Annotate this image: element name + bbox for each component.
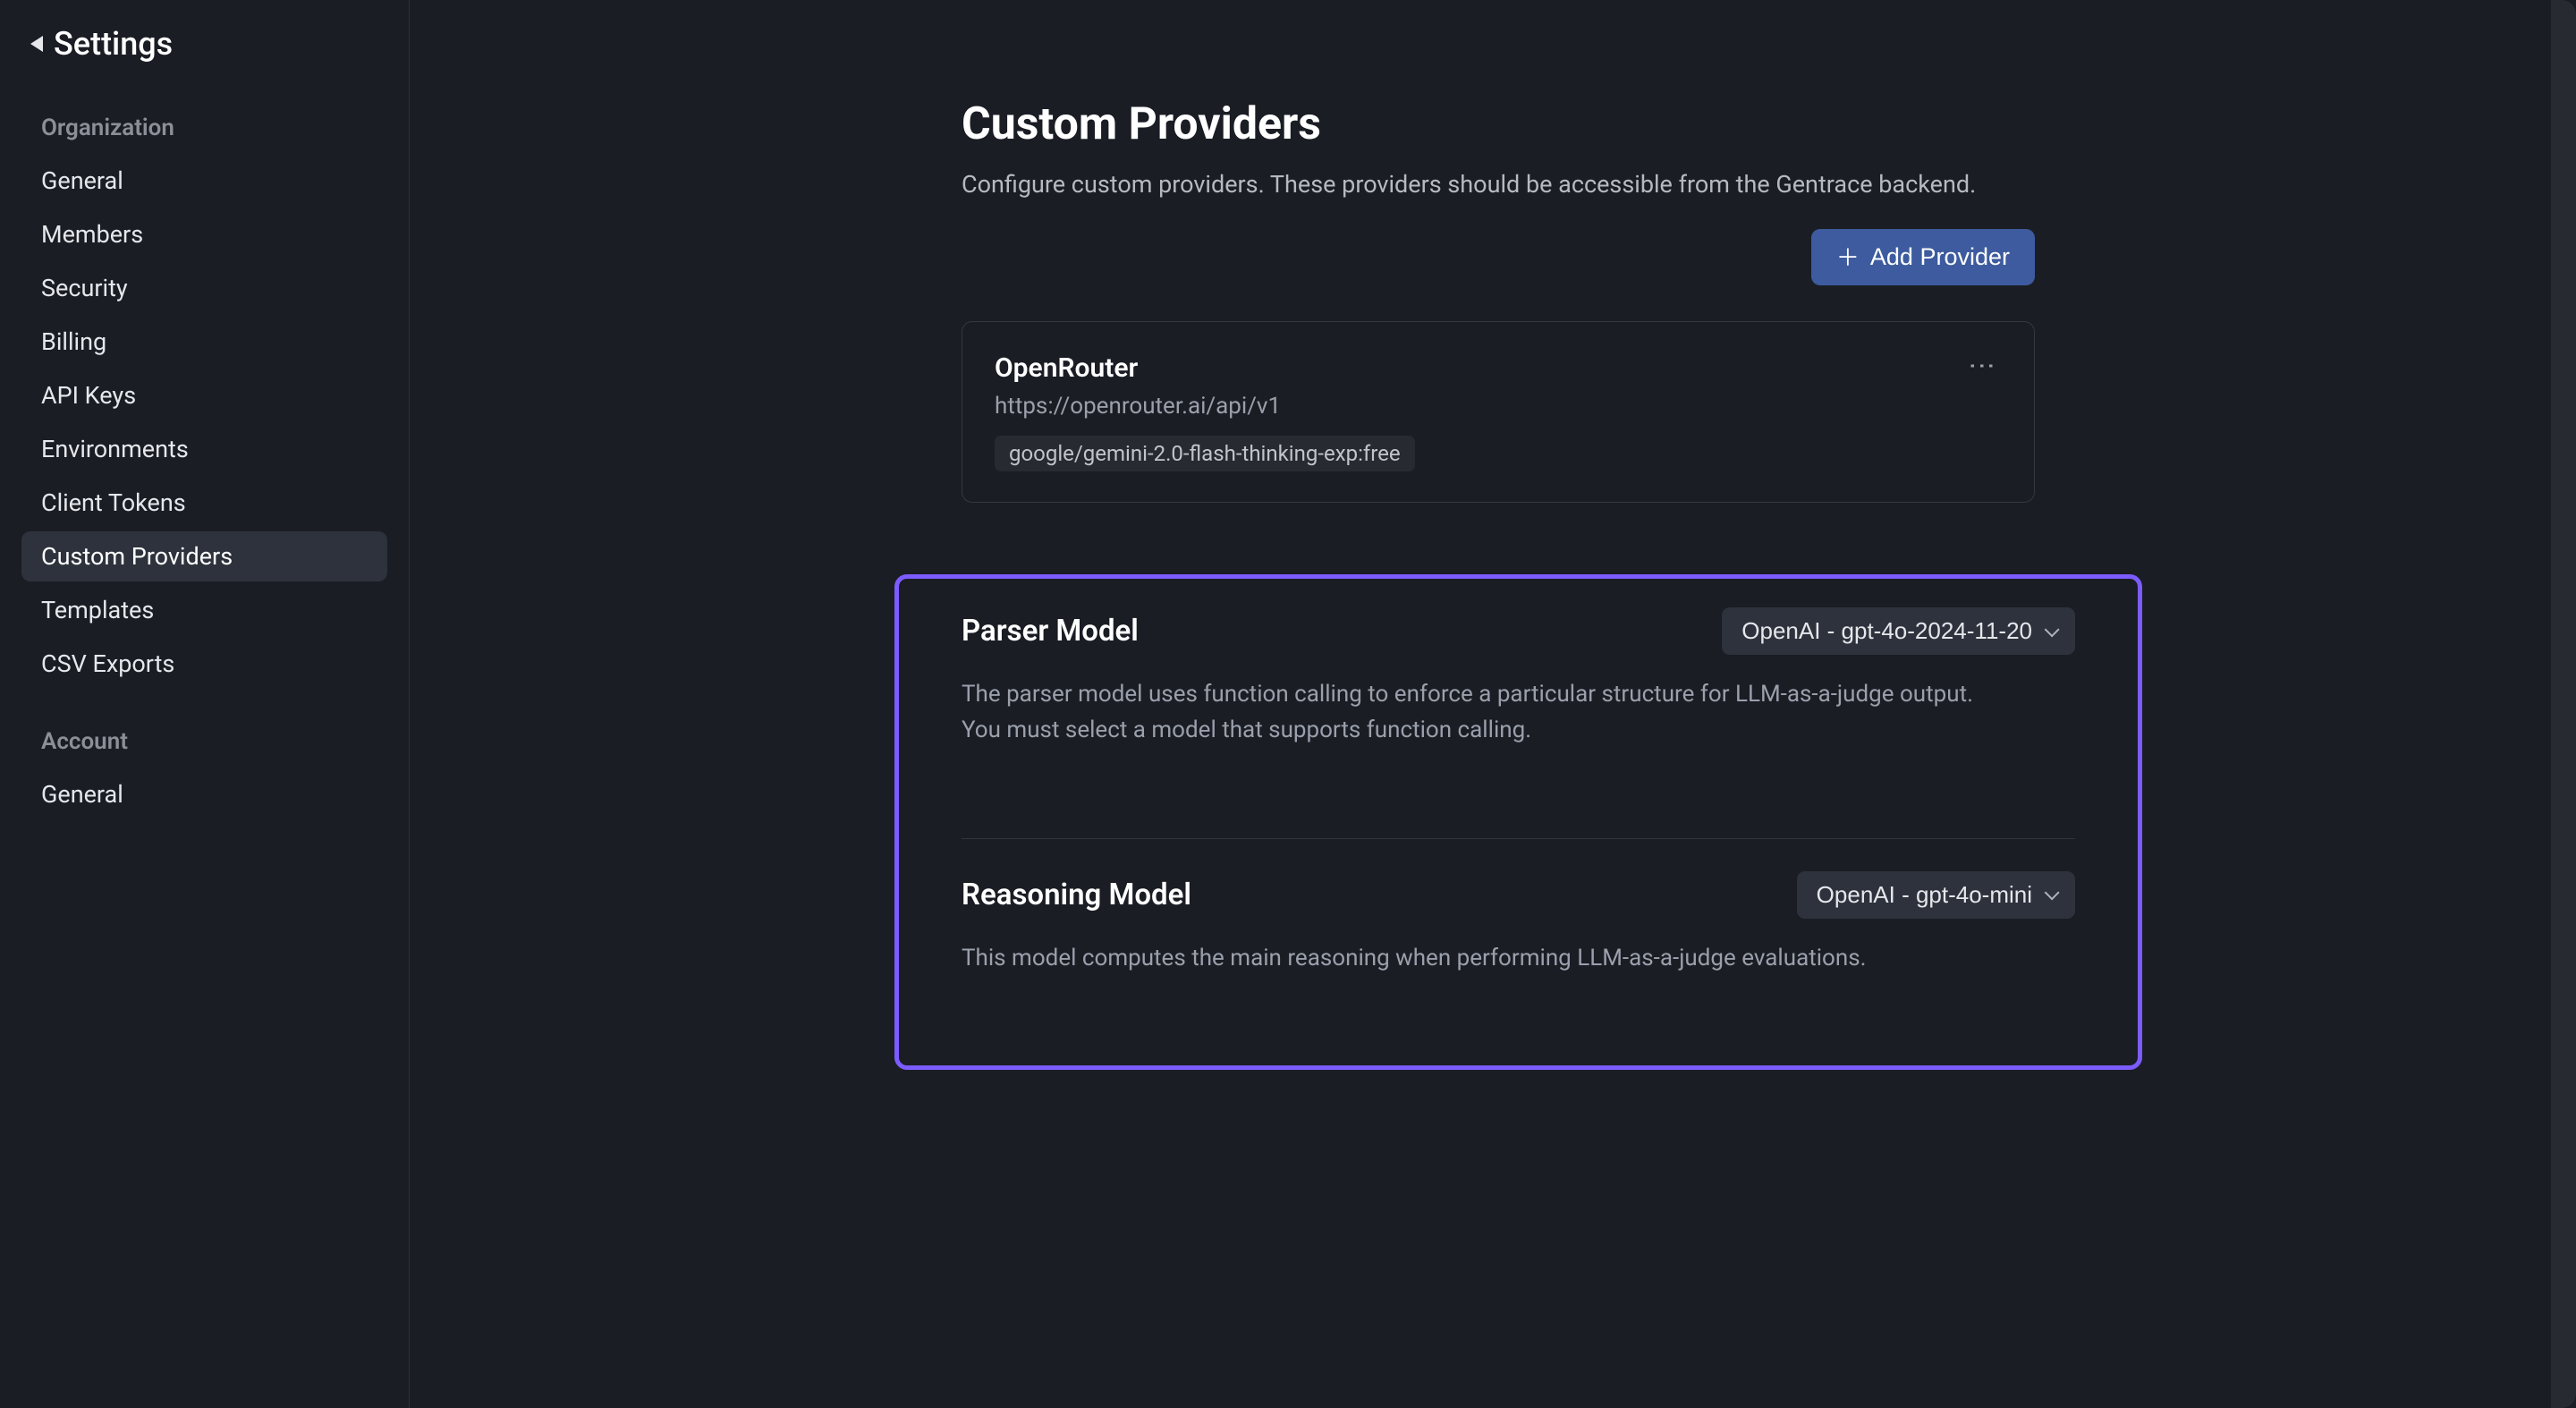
sidebar-item-security[interactable]: Security bbox=[21, 263, 387, 313]
parser-model-description: The parser model uses function calling t… bbox=[962, 676, 2017, 749]
reasoning-model-description: This model computes the main reasoning w… bbox=[962, 940, 2017, 976]
reasoning-model-selected-label: OpenAI - gpt-4o-mini bbox=[1817, 881, 2032, 909]
sidebar-item-general-account[interactable]: General bbox=[21, 769, 387, 819]
sidebar-title: Settings bbox=[54, 25, 173, 63]
sidebar-item-label: Environments bbox=[41, 435, 189, 463]
sidebar-item-label: Templates bbox=[41, 596, 154, 624]
sidebar-item-api-keys[interactable]: API Keys bbox=[21, 370, 387, 420]
sidebar-item-label: Custom Providers bbox=[41, 542, 233, 571]
sidebar-item-label: API Keys bbox=[41, 381, 136, 410]
provider-more-button[interactable]: ⋮ bbox=[1961, 352, 2002, 386]
sidebar-item-label: General bbox=[41, 166, 123, 195]
sidebar-item-general-org[interactable]: General bbox=[21, 156, 387, 206]
sidebar-item-environments[interactable]: Environments bbox=[21, 424, 387, 474]
sidebar-item-billing[interactable]: Billing bbox=[21, 317, 387, 367]
page-title: Custom Providers bbox=[962, 98, 2035, 150]
sidebar-section-account: Account General bbox=[21, 728, 387, 823]
reasoning-model-select[interactable]: OpenAI - gpt-4o-mini bbox=[1797, 871, 2075, 919]
reasoning-model-row: Reasoning Model OpenAI - gpt-4o-mini Thi… bbox=[962, 838, 2075, 985]
add-provider-label: Add Provider bbox=[1870, 243, 2010, 271]
sidebar-item-label: Billing bbox=[41, 327, 106, 356]
parser-model-selected-label: OpenAI - gpt-4o-2024-11-20 bbox=[1741, 617, 2032, 645]
sidebar-item-custom-providers[interactable]: Custom Providers bbox=[21, 531, 387, 581]
more-vertical-icon: ⋮ bbox=[1968, 352, 1995, 381]
sidebar-item-label: CSV Exports bbox=[41, 649, 174, 678]
add-provider-button[interactable]: ＋ Add Provider bbox=[1811, 229, 2035, 285]
sidebar-section-label-organization: Organization bbox=[21, 115, 387, 141]
provider-model-tag: google/gemini-2.0-flash-thinking-exp:fre… bbox=[995, 436, 1415, 471]
back-icon bbox=[30, 36, 43, 52]
sidebar-section-label-account: Account bbox=[21, 728, 387, 755]
sidebar-item-client-tokens[interactable]: Client Tokens bbox=[21, 478, 387, 528]
sidebar-item-csv-exports[interactable]: CSV Exports bbox=[21, 639, 387, 689]
provider-name: OpenRouter bbox=[995, 352, 1415, 384]
parser-model-row: Parser Model OpenAI - gpt-4o-2024-11-20 … bbox=[962, 607, 2075, 758]
sidebar-item-label: Security bbox=[41, 274, 128, 302]
window-right-gutter bbox=[2551, 0, 2576, 1408]
model-settings-panel: Parser Model OpenAI - gpt-4o-2024-11-20 … bbox=[894, 574, 2142, 1070]
sidebar-item-label: General bbox=[41, 780, 123, 809]
sidebar-item-label: Client Tokens bbox=[41, 488, 186, 517]
parser-model-title: Parser Model bbox=[962, 614, 1139, 649]
chevron-down-icon bbox=[2045, 622, 2060, 637]
reasoning-model-title: Reasoning Model bbox=[962, 878, 1191, 912]
chevron-down-icon bbox=[2045, 885, 2060, 900]
sidebar-item-label: Members bbox=[41, 220, 143, 249]
provider-url: https://openrouter.ai/api/v1 bbox=[995, 393, 1415, 420]
back-to-settings[interactable]: Settings bbox=[21, 25, 387, 63]
provider-card: OpenRouter https://openrouter.ai/api/v1 … bbox=[962, 321, 2035, 503]
parser-model-select[interactable]: OpenAI - gpt-4o-2024-11-20 bbox=[1722, 607, 2075, 655]
page-description: Configure custom providers. These provid… bbox=[962, 170, 2035, 199]
sidebar-item-members[interactable]: Members bbox=[21, 209, 387, 259]
plus-icon: ＋ bbox=[1836, 246, 1860, 269]
sidebar-section-organization: Organization General Members Security Bi… bbox=[21, 115, 387, 692]
main-content: Custom Providers Configure custom provid… bbox=[410, 0, 2551, 1408]
sidebar-item-templates[interactable]: Templates bbox=[21, 585, 387, 635]
sidebar: Settings Organization General Members Se… bbox=[0, 0, 410, 1408]
